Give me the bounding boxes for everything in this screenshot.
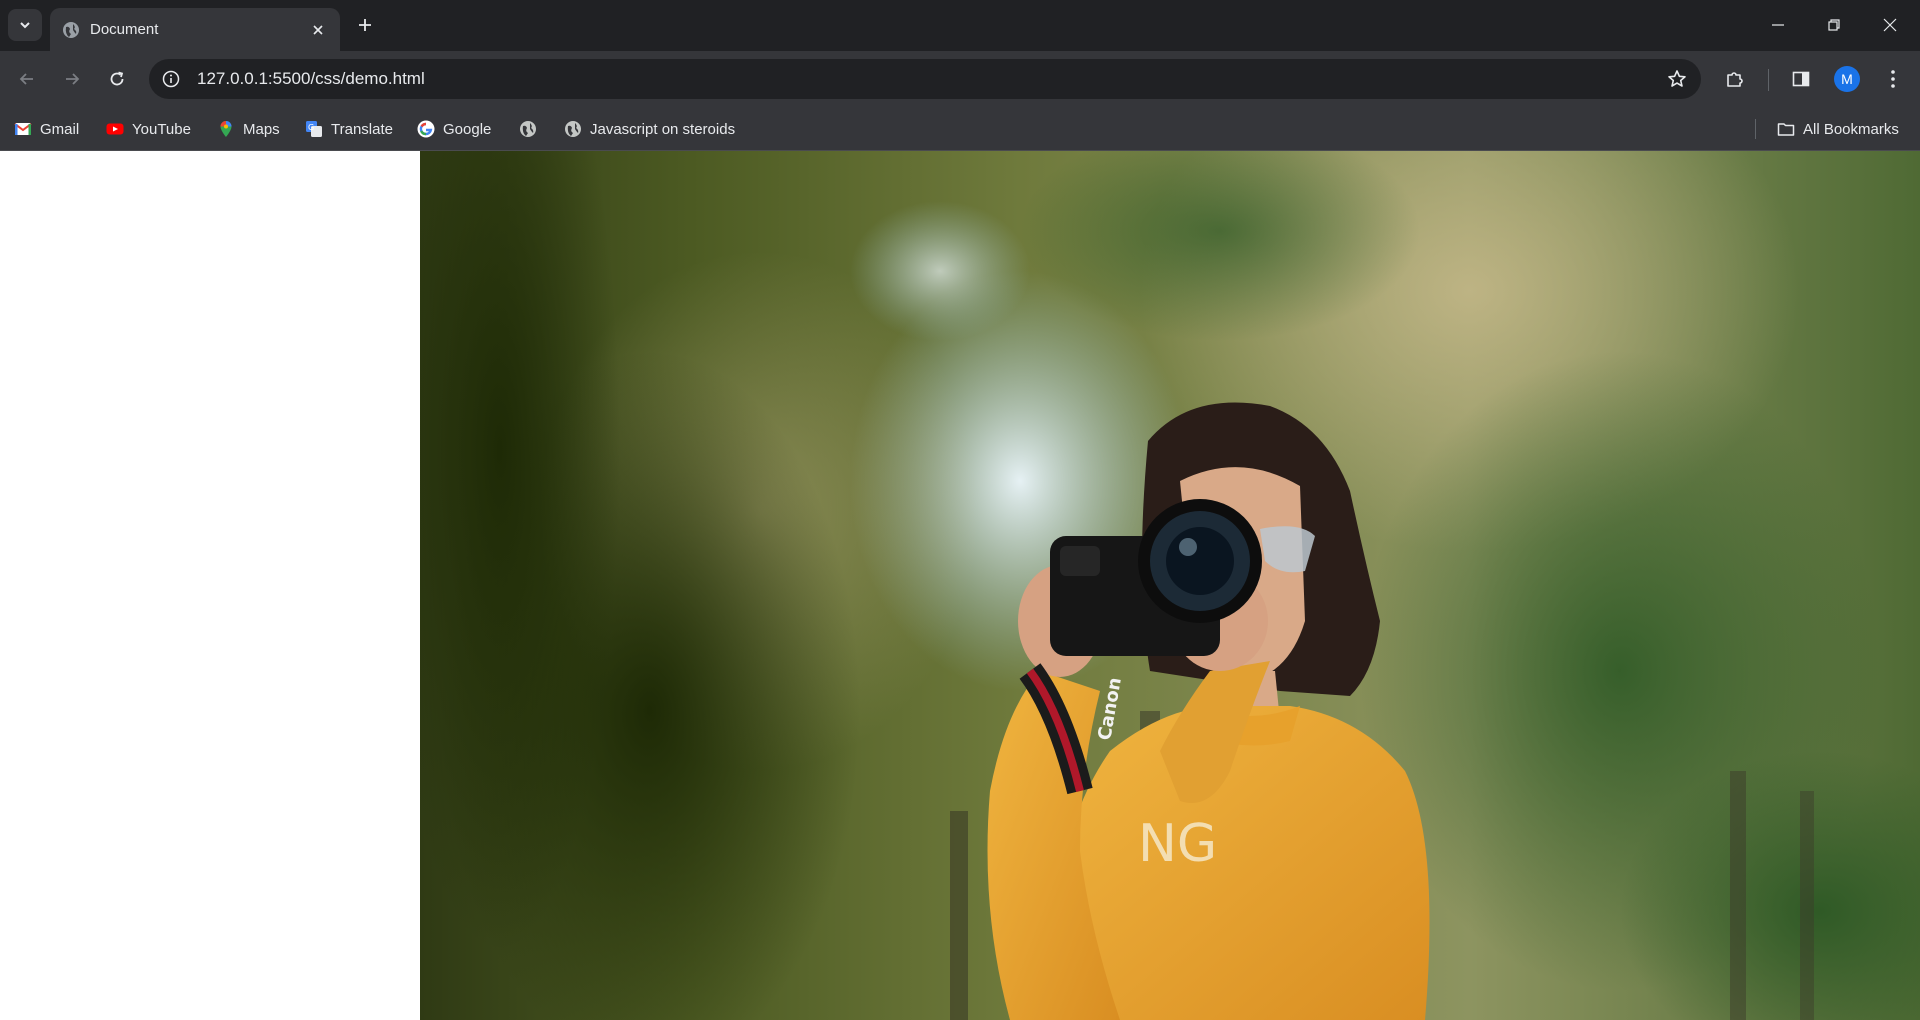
- svg-text:G: G: [308, 123, 314, 132]
- puzzle-icon: [1727, 72, 1743, 87]
- bookmark-star-button[interactable]: [1663, 65, 1691, 93]
- close-icon: [313, 25, 323, 35]
- tab-close-button[interactable]: [306, 18, 330, 42]
- hero-photo: NG Canon: [420, 151, 1920, 1020]
- bookmark-translate[interactable]: G Translate: [305, 116, 393, 142]
- globe-icon: [63, 22, 79, 38]
- address-bar[interactable]: 127.0.0.1:5500/css/demo.html: [149, 59, 1701, 99]
- new-tab-button[interactable]: [350, 10, 380, 40]
- bookmark-label: Translate: [331, 120, 393, 138]
- forward-button[interactable]: [55, 62, 89, 96]
- bookmark-label: Javascript on steroids: [590, 120, 736, 138]
- bookmark-gmail[interactable]: Gmail: [14, 116, 79, 142]
- bookmarks-divider: [1755, 119, 1756, 139]
- bookmark-youtube[interactable]: YouTube: [106, 116, 191, 142]
- active-tab[interactable]: Document: [50, 8, 340, 51]
- globe-icon: [520, 121, 536, 137]
- tab-title: Document: [90, 21, 159, 38]
- browser-toolbar: 127.0.0.1:5500/css/demo.html M: [0, 51, 1920, 107]
- arrow-left-icon: [19, 73, 33, 85]
- minimize-icon: [1772, 24, 1784, 26]
- bookmark-globe[interactable]: [519, 116, 537, 142]
- gmail-icon: [14, 123, 32, 135]
- chevron-down-icon: [20, 22, 30, 29]
- bookmark-label: Maps: [243, 120, 280, 138]
- site-info-button[interactable]: [159, 67, 183, 91]
- restore-icon: [1828, 19, 1840, 31]
- globe-icon: [565, 121, 581, 137]
- arrow-right-icon: [66, 73, 80, 85]
- url-text[interactable]: 127.0.0.1:5500/css/demo.html: [197, 69, 425, 89]
- info-icon: [162, 70, 180, 88]
- plus-icon: [359, 19, 371, 31]
- extensions-button[interactable]: [1718, 62, 1752, 96]
- bookmark-label: Gmail: [40, 120, 80, 138]
- close-icon: [1883, 18, 1897, 32]
- more-vert-icon: [1891, 70, 1895, 88]
- side-panel-icon: [1792, 71, 1810, 87]
- close-window-button[interactable]: [1862, 0, 1918, 50]
- bookmark-label: YouTube: [132, 120, 191, 138]
- side-panel-button[interactable]: [1784, 62, 1818, 96]
- reload-button[interactable]: [100, 62, 134, 96]
- menu-button[interactable]: [1876, 62, 1910, 96]
- bookmark-label: Google: [443, 120, 492, 138]
- reload-icon: [110, 71, 124, 86]
- all-bookmarks-button[interactable]: All Bookmarks: [1777, 116, 1899, 142]
- restore-button[interactable]: [1806, 0, 1862, 50]
- bookmark-javascript-on-steroids[interactable]: Javascript on steroids: [564, 116, 735, 142]
- back-button[interactable]: [10, 62, 44, 96]
- profile-avatar[interactable]: M: [1834, 66, 1860, 92]
- star-icon: [1668, 70, 1686, 87]
- all-bookmarks-label: All Bookmarks: [1803, 120, 1899, 138]
- bookmark-maps[interactable]: Maps: [217, 116, 280, 142]
- page-content: NG Canon: [0, 151, 1920, 1020]
- minimize-button[interactable]: [1750, 0, 1806, 50]
- tab-strip: Document: [0, 0, 1920, 51]
- bookmark-google[interactable]: Google: [417, 116, 491, 142]
- tab-search-button[interactable]: [8, 9, 42, 41]
- toolbar-divider: [1768, 69, 1769, 91]
- sweater-lettering: NG: [1138, 814, 1217, 874]
- youtube-icon: [106, 123, 124, 135]
- folder-icon: [1777, 123, 1795, 136]
- translate-icon: G: [306, 121, 322, 137]
- maps-icon: [220, 121, 232, 137]
- bookmarks-bar: Gmail YouTube Maps G Translate Google Ja…: [0, 107, 1920, 151]
- google-icon: [417, 120, 435, 138]
